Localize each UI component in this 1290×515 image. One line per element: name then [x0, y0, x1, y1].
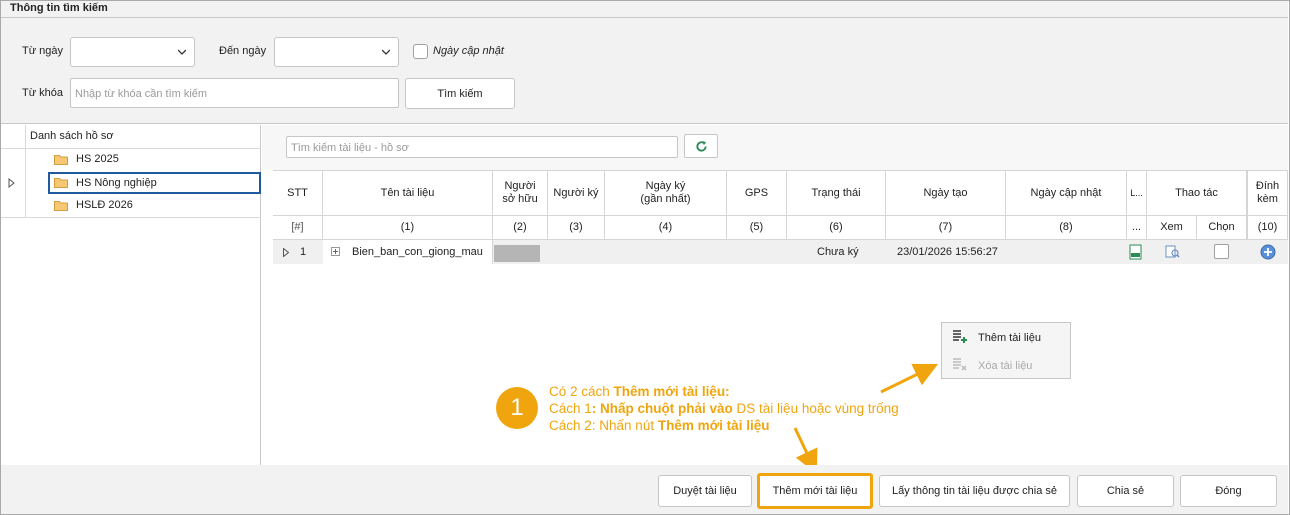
to-date-picker[interactable]	[274, 37, 399, 67]
col-header-status[interactable]: Trạng thái	[787, 171, 886, 216]
menu-item-delete-document[interactable]: Xóa tài liệu	[942, 351, 1070, 379]
expand-arrow-icon[interactable]	[8, 178, 15, 188]
from-date-label: Từ ngày	[22, 45, 63, 57]
col-header-actions[interactable]: Thao tác	[1147, 171, 1247, 216]
search-button[interactable]: Tìm kiếm	[405, 78, 515, 109]
col-header-owner[interactable]: Người sở hữu	[493, 171, 548, 216]
anno-bold: : Nhấp chuột phải vào	[591, 401, 733, 416]
select-row-checkbox[interactable]	[1214, 244, 1229, 259]
row-stt: 1	[300, 246, 307, 258]
col-index-l: ...	[1127, 216, 1147, 240]
from-date-picker[interactable]	[70, 37, 195, 67]
to-date-label: Đến ngày	[219, 45, 267, 57]
col-header-stt[interactable]: STT	[273, 171, 323, 216]
menu-item-label: Thêm tài liệu	[978, 332, 1041, 344]
annotation-text: Có 2 cách Thêm mới tài liệu: Cách 1: Nhấ…	[549, 383, 969, 434]
col-header-signer[interactable]: Người ký	[548, 171, 605, 216]
refresh-icon	[696, 140, 707, 152]
chevron-down-icon	[382, 49, 390, 55]
col-header-l[interactable]: L...	[1127, 171, 1147, 216]
updated-date-checkbox[interactable]	[413, 44, 428, 59]
tree-item-hs-nong-nghiep[interactable]: HS Nông nghiệp	[48, 172, 261, 194]
col-header-name[interactable]: Tên tài liệu	[323, 171, 493, 216]
anno-text: Cách 1	[549, 401, 592, 416]
col-header-updated[interactable]: Ngày cập nhật	[1006, 171, 1127, 216]
close-button[interactable]: Đóng	[1180, 475, 1277, 507]
col-index-attach: (10)	[1247, 216, 1288, 240]
search-panel-title: Thông tin tìm kiếm	[10, 2, 108, 14]
col-index-stt: [#]	[273, 216, 323, 240]
add-new-document-button[interactable]: Thêm mới tài liệu	[757, 473, 873, 509]
folder-icon	[54, 178, 68, 188]
document-search-placeholder: Tìm kiếm tài liệu - hồ sơ	[291, 142, 409, 154]
delete-document-icon	[953, 358, 967, 371]
col-sub-select: Chọn	[1197, 216, 1247, 240]
tree-item-hsld-2026[interactable]: HSLĐ 2026	[48, 195, 261, 217]
row-created: 23/01/2026 15:56:27	[897, 246, 998, 258]
tree-header: Danh sách hồ sơ	[30, 130, 114, 142]
col-index-sign-date: (4)	[605, 216, 727, 240]
chevron-down-icon	[178, 49, 186, 55]
folder-icon	[54, 201, 68, 211]
col-index-updated: (8)	[1006, 216, 1127, 240]
refresh-button[interactable]	[684, 134, 718, 158]
tree-item-label: HS Nông nghiệp	[76, 177, 157, 189]
anno-bold: Thêm mới tài liệu:	[613, 384, 730, 399]
expand-row-icon[interactable]	[283, 248, 289, 257]
anno-text: DS tài liệu hoặc vùng trống	[732, 401, 899, 416]
context-menu: Thêm tài liệu Xóa tài liệu	[941, 322, 1071, 379]
col-header-attach[interactable]: Đính kèm	[1247, 171, 1288, 216]
row-name: Bien_ban_con_giong_mau	[352, 246, 483, 258]
tree-item-label: HSLĐ 2026	[76, 199, 133, 211]
expand-plus-icon[interactable]	[331, 247, 340, 256]
col-index-created: (7)	[886, 216, 1006, 240]
keyword-placeholder: Nhập từ khóa cần tìm kiếm	[75, 88, 208, 100]
anno-text: Cách 2	[549, 418, 592, 433]
anno-bold: Thêm mới tài liệu	[657, 418, 770, 433]
view-document-icon[interactable]	[1165, 245, 1180, 259]
add-document-icon	[953, 330, 967, 343]
updated-date-label: Ngày cập nhật	[433, 45, 504, 57]
col-index-status: (6)	[787, 216, 886, 240]
approve-document-button[interactable]: Duyệt tài liệu	[658, 475, 752, 507]
document-type-icon[interactable]	[1128, 244, 1144, 260]
tree-gutter-line	[25, 125, 26, 218]
folder-icon	[54, 155, 68, 165]
anno-text: Có 2 cách	[549, 384, 614, 399]
col-sub-view: Xem	[1147, 216, 1197, 240]
col-index-name: (1)	[323, 216, 493, 240]
tree-bottom-line	[1, 217, 261, 218]
menu-item-add-document[interactable]: Thêm tài liệu	[942, 323, 1070, 351]
share-button[interactable]: Chia sẻ	[1077, 475, 1174, 507]
col-index-signer: (3)	[548, 216, 605, 240]
step-badge: 1	[496, 387, 538, 429]
add-attachment-icon[interactable]	[1260, 244, 1276, 260]
divider	[1, 17, 1288, 18]
document-list-area[interactable]	[273, 264, 1288, 465]
tree-item-hs-2025[interactable]: HS 2025	[48, 149, 261, 171]
keyword-label: Từ khóa	[22, 87, 63, 99]
tree-item-label: HS 2025	[76, 153, 119, 165]
document-search-input[interactable]: Tìm kiếm tài liệu - hồ sơ	[286, 136, 678, 158]
get-shared-document-button[interactable]: Lấy thông tin tài liệu được chia sẻ	[879, 475, 1070, 507]
menu-item-label: Xóa tài liệu	[978, 360, 1033, 372]
owner-redacted	[494, 245, 540, 262]
col-header-created[interactable]: Ngày tạo	[886, 171, 1006, 216]
col-index-gps: (5)	[727, 216, 787, 240]
anno-text: : Nhấn nút	[591, 418, 658, 433]
col-header-sign-date[interactable]: Ngày ký (gần nhất)	[605, 171, 727, 216]
keyword-input[interactable]: Nhập từ khóa cần tìm kiếm	[70, 78, 399, 108]
col-index-owner: (2)	[493, 216, 548, 240]
col-header-gps[interactable]: GPS	[727, 171, 787, 216]
row-status: Chưa ký	[817, 246, 859, 258]
